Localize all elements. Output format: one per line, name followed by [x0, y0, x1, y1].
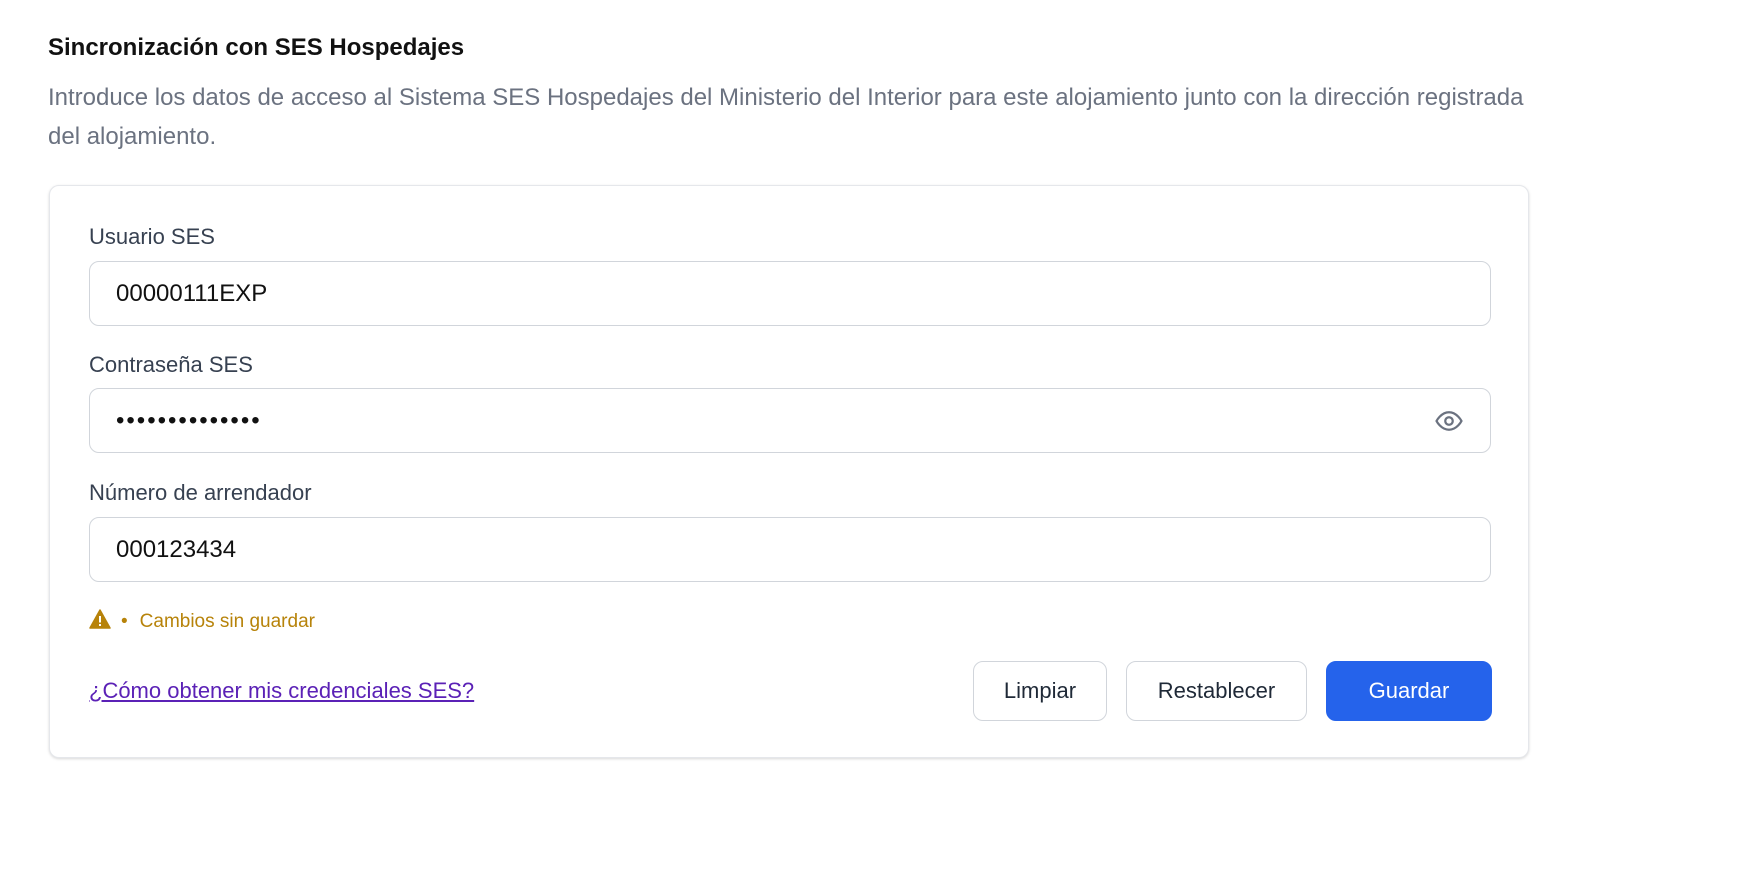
password-value: ••••••••••••••: [116, 406, 262, 434]
credentials-card: Usuario SES 00000111EXP Contraseña SES •…: [49, 185, 1529, 758]
eye-icon[interactable]: [1434, 406, 1464, 436]
save-button[interactable]: Guardar: [1326, 661, 1492, 721]
unsaved-changes-status: • Cambios sin guardar: [89, 609, 315, 635]
password-field[interactable]: ••••••••••••••: [89, 388, 1491, 453]
section-title: Sincronización con SES Hospedajes: [48, 34, 465, 61]
section-description: Introduce los datos de acceso al Sistema…: [48, 84, 1524, 150]
username-field[interactable]: 00000111EXP: [89, 261, 1491, 326]
status-text: Cambios sin guardar: [139, 611, 315, 632]
clear-button[interactable]: Limpiar: [973, 661, 1107, 721]
landlord-number-value: 000123434: [116, 535, 237, 563]
landlord-number-label: Número de arrendador: [89, 480, 312, 505]
credentials-help-link[interactable]: ¿Cómo obtener mis credenciales SES?: [89, 676, 474, 706]
username-label: Usuario SES: [89, 224, 215, 249]
landlord-number-field[interactable]: 000123434: [89, 517, 1491, 582]
warning-triangle-icon: [89, 609, 111, 635]
username-value: 00000111EXP: [116, 279, 268, 307]
password-label: Contraseña SES: [89, 352, 253, 377]
reset-button[interactable]: Restablecer: [1126, 661, 1307, 721]
ses-sync-section: Sincronización con SES Hospedajes Introd…: [48, 28, 1530, 156]
status-separator: •: [121, 611, 128, 632]
